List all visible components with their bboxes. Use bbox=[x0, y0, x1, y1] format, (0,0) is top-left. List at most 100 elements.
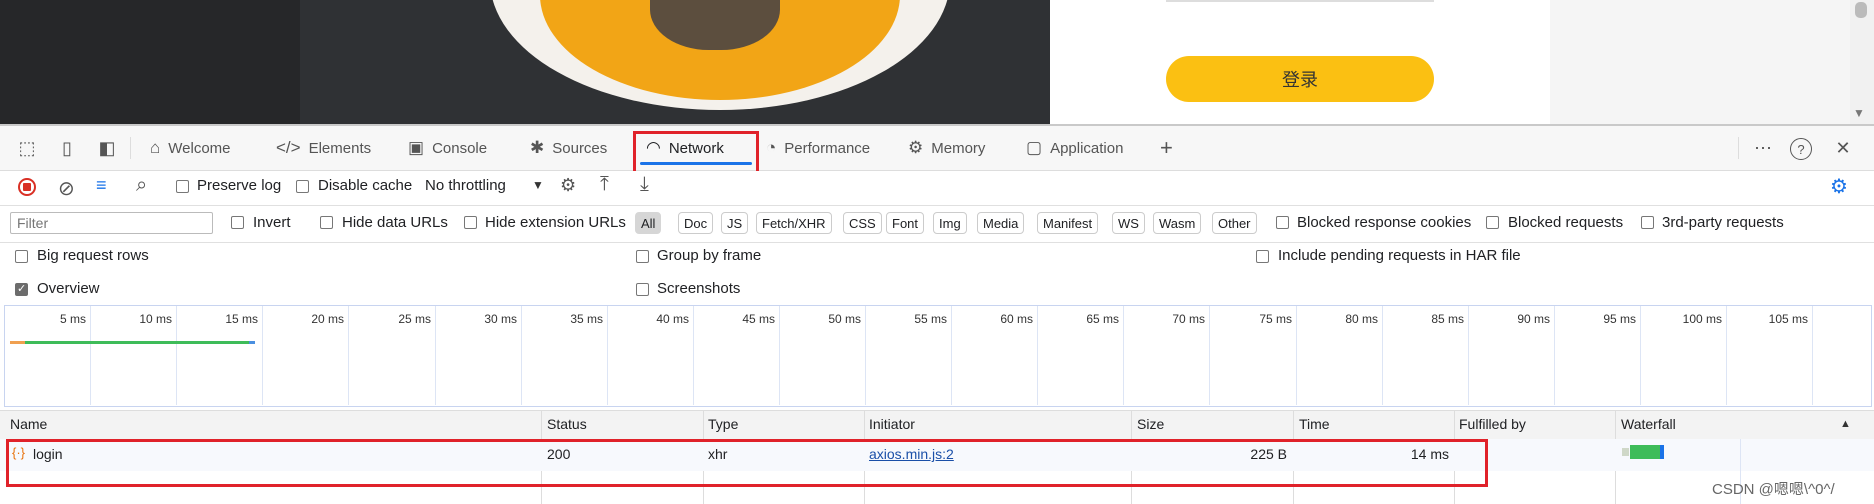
timeline-gridline bbox=[693, 306, 694, 405]
scroll-down-icon[interactable]: ▼ bbox=[1853, 106, 1865, 120]
tab-application[interactable]: ▢ Application bbox=[1026, 126, 1123, 170]
tab-label: Elements bbox=[308, 139, 372, 157]
column-header-type[interactable]: Type bbox=[708, 416, 738, 432]
blocked-response-cookies-checkbox[interactable] bbox=[1276, 216, 1289, 229]
timeline-gridline bbox=[865, 306, 866, 405]
timeline-tick-label: 85 ms bbox=[1431, 312, 1464, 326]
watermark: CSDN @嗯嗯\^0^/ bbox=[1712, 481, 1835, 498]
preserve-log-label: Preserve log bbox=[197, 177, 282, 194]
timeline-gridline bbox=[1812, 306, 1813, 405]
add-tab-button[interactable]: + bbox=[1160, 126, 1173, 170]
record-icon[interactable] bbox=[18, 178, 36, 196]
timeline-tick-label: 30 ms bbox=[484, 312, 517, 326]
hide-extension-urls-checkbox[interactable] bbox=[464, 216, 477, 229]
chip-media[interactable]: Media bbox=[977, 212, 1025, 234]
blocked-requests-label: Blocked requests bbox=[1508, 214, 1624, 231]
preserve-log-checkbox[interactable] bbox=[176, 180, 189, 193]
chip-manifest[interactable]: Manifest bbox=[1037, 212, 1099, 234]
invert-checkbox[interactable] bbox=[231, 216, 244, 229]
chip-ws[interactable]: WS bbox=[1112, 212, 1145, 234]
timeline-gridline bbox=[435, 306, 436, 405]
big-request-rows-checkbox[interactable] bbox=[15, 250, 28, 263]
sort-ascending-icon[interactable]: ▲ bbox=[1840, 418, 1851, 430]
third-party-requests-checkbox[interactable] bbox=[1641, 216, 1654, 229]
tab-label: Welcome bbox=[168, 139, 231, 157]
input-underline bbox=[1166, 0, 1434, 2]
login-button[interactable]: 登录 bbox=[1166, 56, 1434, 102]
filter-toggle-icon[interactable]: ≡ bbox=[96, 175, 107, 196]
timeline-tick-label: 65 ms bbox=[1086, 312, 1119, 326]
timeline-gridline bbox=[1382, 306, 1383, 405]
overview-request-bar bbox=[25, 341, 249, 344]
home-icon: ⌂ bbox=[150, 138, 161, 157]
column-header-size[interactable]: Size bbox=[1137, 416, 1164, 432]
chip-css[interactable]: CSS bbox=[843, 212, 882, 234]
chip-doc[interactable]: Doc bbox=[678, 212, 714, 234]
column-header-name[interactable]: Name bbox=[10, 416, 47, 432]
help-icon[interactable]: ? bbox=[1790, 138, 1812, 160]
timeline-tick-label: 45 ms bbox=[742, 312, 775, 326]
timeline-tick-label: 35 ms bbox=[570, 312, 603, 326]
timeline-gridline bbox=[779, 306, 780, 405]
screenshots-label: Screenshots bbox=[657, 280, 741, 297]
tab-memory[interactable]: ⚙ Memory bbox=[908, 126, 985, 170]
chip-js[interactable]: JS bbox=[721, 212, 749, 234]
device-toolbar-icon[interactable]: ▯ bbox=[56, 137, 78, 159]
chip-font[interactable]: Font bbox=[886, 212, 925, 234]
close-icon[interactable]: ✕ bbox=[1832, 137, 1854, 159]
export-har-icon[interactable]: ⤓ bbox=[640, 173, 649, 196]
chip-wasm[interactable]: Wasm bbox=[1153, 212, 1202, 234]
chip-img[interactable]: Img bbox=[933, 212, 967, 234]
hide-data-urls-checkbox[interactable] bbox=[320, 216, 333, 229]
timeline-gridline bbox=[262, 306, 263, 405]
timeline-tick-label: 20 ms bbox=[311, 312, 344, 326]
inspect-element-icon[interactable]: ⬚ bbox=[16, 137, 38, 159]
divider bbox=[130, 137, 131, 159]
blocked-response-cookies-label: Blocked response cookies bbox=[1297, 214, 1472, 231]
waterfall-bar[interactable] bbox=[1630, 445, 1664, 459]
scrollbar-thumb[interactable] bbox=[1855, 2, 1867, 18]
tab-welcome[interactable]: ⌂ Welcome bbox=[150, 126, 231, 170]
timeline-tick-label: 80 ms bbox=[1345, 312, 1378, 326]
column-header-fulfilled-by[interactable]: Fulfilled by bbox=[1459, 416, 1526, 432]
column-header-initiator[interactable]: Initiator bbox=[869, 416, 915, 432]
timeline-gridline bbox=[1037, 306, 1038, 405]
column-header-time[interactable]: Time bbox=[1299, 416, 1330, 432]
chip-all[interactable]: All bbox=[635, 212, 662, 234]
throttling-select[interactable]: No throttling bbox=[425, 177, 506, 194]
timeline-tick-label: 5 ms bbox=[59, 312, 86, 326]
group-by-frame-checkbox[interactable] bbox=[636, 250, 649, 263]
tab-console[interactable]: ▣ Console bbox=[408, 126, 487, 170]
timeline-tick-label: 25 ms bbox=[398, 312, 431, 326]
import-har-icon[interactable]: ⤒ bbox=[600, 173, 609, 196]
chevron-down-icon[interactable]: ▼ bbox=[532, 178, 544, 192]
tab-elements[interactable]: </> Elements bbox=[276, 126, 371, 170]
chip-fetch-xhr[interactable]: Fetch/XHR bbox=[756, 212, 832, 234]
clear-icon[interactable]: ⊘ bbox=[58, 176, 75, 201]
filter-input[interactable] bbox=[10, 212, 213, 234]
tab-label: Console bbox=[432, 139, 488, 157]
column-header-waterfall[interactable]: Waterfall bbox=[1621, 416, 1676, 432]
timeline-tick-label: 70 ms bbox=[1172, 312, 1205, 326]
settings-gear-icon[interactable]: ⚙ bbox=[1830, 174, 1848, 199]
overview-checkbox[interactable] bbox=[15, 282, 28, 296]
screenshots-checkbox[interactable] bbox=[636, 283, 649, 296]
dock-side-icon[interactable]: ◧ bbox=[96, 137, 118, 159]
gauge-icon: ◔ bbox=[766, 138, 777, 157]
timeline-tick-label: 40 ms bbox=[656, 312, 689, 326]
search-icon[interactable]: ⌕ bbox=[136, 174, 147, 197]
overview-request-waiting bbox=[10, 341, 25, 344]
overview-label: Overview bbox=[37, 280, 100, 297]
tab-performance[interactable]: ◔ Performance bbox=[766, 126, 870, 170]
more-options-icon[interactable]: ⋯ bbox=[1752, 137, 1774, 159]
timeline-gridline bbox=[1468, 306, 1469, 405]
chip-other[interactable]: Other bbox=[1212, 212, 1257, 234]
disable-cache-checkbox[interactable] bbox=[296, 180, 309, 193]
blocked-requests-checkbox[interactable] bbox=[1486, 216, 1499, 229]
include-pending-checkbox[interactable] bbox=[1256, 250, 1269, 263]
column-header-status[interactable]: Status bbox=[547, 416, 587, 432]
tab-sources[interactable]: ✱ Sources bbox=[530, 126, 607, 170]
timeline-gridline bbox=[607, 306, 608, 405]
network-conditions-icon[interactable]: ⚙ bbox=[560, 175, 576, 196]
timeline-tick-label: 55 ms bbox=[914, 312, 947, 326]
